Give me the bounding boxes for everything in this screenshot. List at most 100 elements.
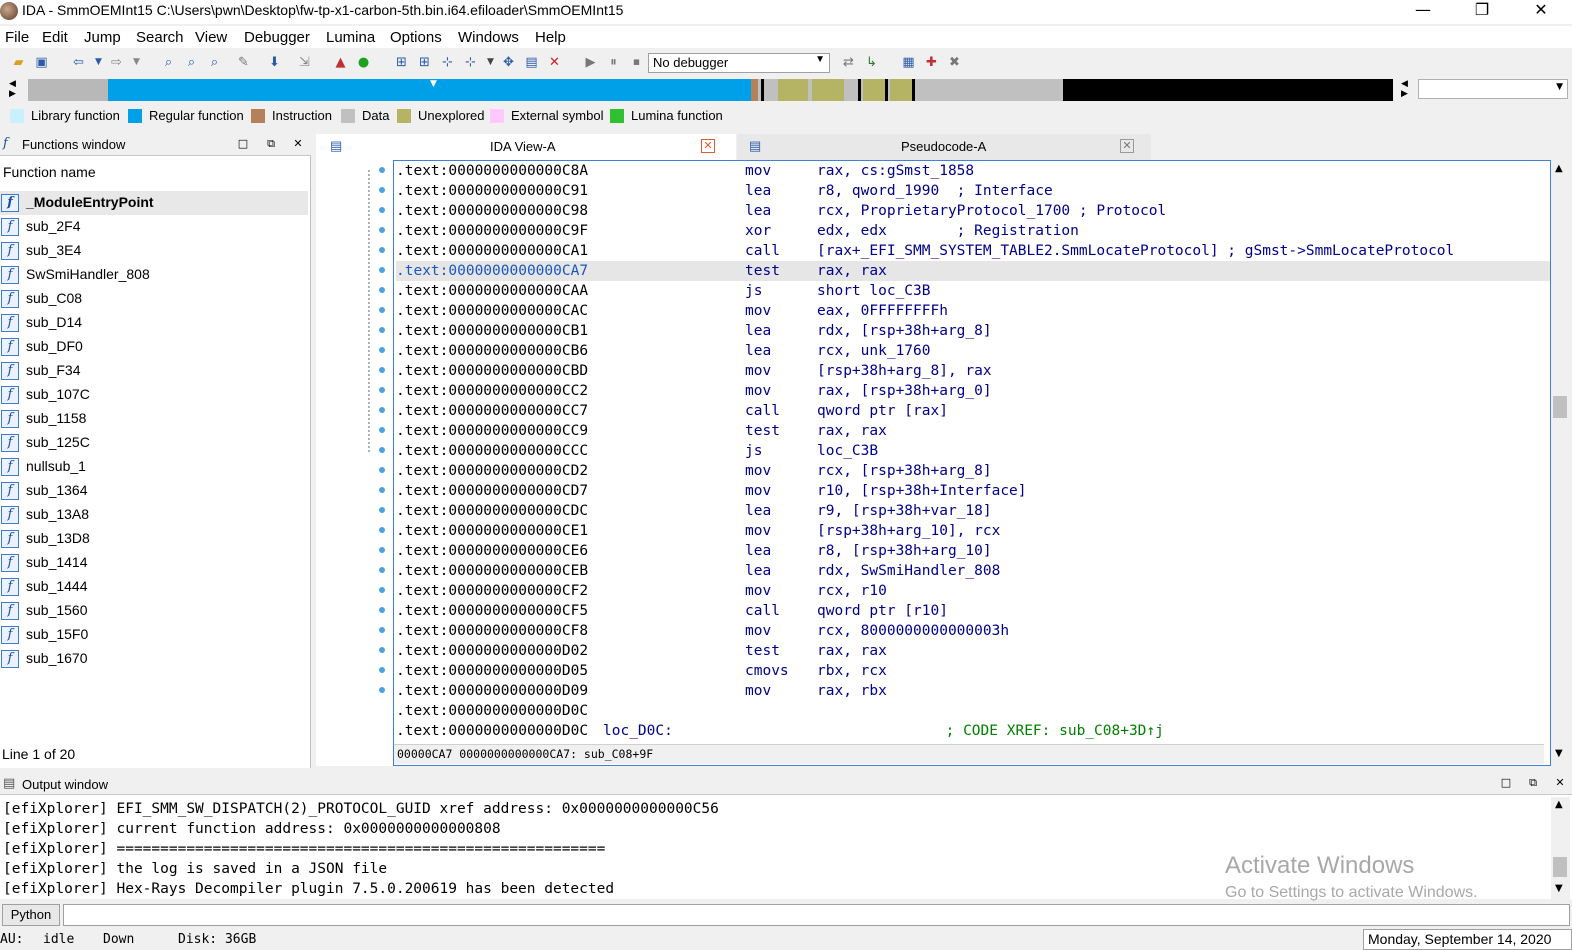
nav-left-icon[interactable]: ◀ [9, 79, 16, 89]
tab-ida-view-a[interactable]: ▤ IDA View-A ✕ [316, 134, 736, 160]
disasm-line[interactable]: .text:0000000000000CF2 mov rcx, r10 [396, 581, 1550, 601]
disasm-line[interactable]: .text:0000000000000CC7 call qword ptr [rax… [396, 401, 1550, 421]
menu-jump[interactable]: Jump [84, 29, 121, 46]
disasm-line[interactable]: .text:0000000000000C91 lea r8, qword_1990 … [396, 181, 1550, 201]
edit-function-icon[interactable]: ⊞ [416, 54, 433, 71]
pane-close-icon[interactable]: ✕ [291, 137, 305, 151]
function-list-item[interactable]: f sub_C08 [0, 287, 308, 311]
pause-icon[interactable]: ⏸ [605, 54, 622, 71]
disasm-line[interactable]: .text:0000000000000C98 lea rcx, Proprietar… [396, 201, 1550, 221]
patch-icon[interactable]: ✎ [235, 54, 252, 71]
close-button[interactable]: ✕ [1518, 0, 1564, 22]
function-list-item[interactable]: f sub_D14 [0, 311, 308, 335]
pane-close-icon[interactable]: ✕ [1553, 776, 1567, 790]
jump-down-icon[interactable]: ⬇ [266, 54, 283, 71]
forward-icon[interactable]: ⇨ [108, 54, 125, 71]
tab-pseudocode-a[interactable]: ▤ Pseudocode-A ✕ [737, 134, 1151, 160]
warning-icon[interactable]: ▲ [332, 54, 349, 71]
function-list-item[interactable]: f sub_1414 [0, 551, 308, 575]
menu-file[interactable]: File [5, 29, 29, 46]
scroll-up-icon[interactable]: ▲ [1555, 163, 1563, 174]
back-icon[interactable]: ⇦ [70, 54, 87, 71]
disasm-line[interactable]: .text:0000000000000D02 test rax, rax [396, 641, 1550, 661]
navigation-strip[interactable]: ▼ [28, 79, 1393, 101]
nav-right-icon[interactable]: ▶ [9, 89, 16, 99]
function-list-item[interactable]: f SwSmiHandler_808 [0, 263, 308, 287]
pane-float-icon[interactable]: ⧉ [1526, 776, 1540, 790]
function-list-item[interactable]: f sub_1364 [0, 479, 308, 503]
tab-close-icon[interactable]: ✕ [701, 139, 715, 153]
function-list-item[interactable]: f sub_2F4 [0, 215, 308, 239]
scroll-thumb[interactable] [1553, 857, 1567, 877]
function-list-item[interactable]: f sub_125C [0, 431, 308, 455]
function-list-item[interactable]: f sub_F34 [0, 359, 308, 383]
debugger-select[interactable]: No debugger ▼ [648, 53, 830, 73]
output-vscrollbar[interactable]: ▲ ▼ [1551, 797, 1570, 899]
disasm-line[interactable]: .text:0000000000000CAC mov eax, 0FFFFFFFFh [396, 301, 1550, 321]
tools-icon[interactable]: ✖ [946, 54, 963, 71]
xref-icon[interactable]: ⇲ [296, 54, 313, 71]
nav-combo[interactable]: ▼ [1418, 79, 1568, 99]
trace-icon[interactable]: ✚ [923, 54, 940, 71]
enum-dropdown-icon[interactable]: ▼ [482, 54, 499, 71]
function-list-item[interactable]: f sub_15F0 [0, 623, 308, 647]
search-text-icon[interactable]: ⌕ [160, 54, 177, 71]
save-icon[interactable]: ▣ [33, 54, 50, 71]
nav-scroll-left-icon[interactable]: ◀ [1401, 79, 1408, 89]
pane-maximize-icon[interactable]: □ [236, 137, 250, 151]
function-list-item[interactable]: f sub_1158 [0, 407, 308, 431]
maximize-button[interactable]: ❐ [1459, 0, 1505, 22]
menu-search[interactable]: Search [136, 29, 184, 46]
disasm-line[interactable]: .text:0000000000000CE6 lea r8, [rsp+38h+ar… [396, 541, 1550, 561]
disasm-line[interactable]: .text:0000000000000D05 cmovs rbx, rcx [396, 661, 1550, 681]
disasm-line[interactable]: .text:0000000000000CC9 test rax, rax [396, 421, 1550, 441]
delete-icon[interactable]: ✕ [546, 54, 563, 71]
disasm-line[interactable]: .text:0000000000000CF8 mov rcx, 8000000000… [396, 621, 1550, 641]
ida-view-disassembly[interactable]: .text:0000000000000C8A mov rax, cs:gSmst_1… [393, 160, 1551, 766]
add-enum-icon[interactable]: ⊹ [462, 54, 479, 71]
disasm-line[interactable]: .text:0000000000000C8A mov rax, cs:gSmst_1… [396, 161, 1550, 181]
disasm-line[interactable]: .text:0000000000000CCC js loc_C3B [396, 441, 1550, 461]
pane-float-icon[interactable]: ⧉ [264, 137, 278, 151]
function-list-item[interactable]: f sub_13A8 [0, 503, 308, 527]
scroll-down-icon[interactable]: ▼ [1555, 883, 1563, 894]
disasm-line[interactable]: .text:0000000000000CDC lea r9, [rsp+38h+va… [396, 501, 1550, 521]
function-list-item[interactable]: f nullsub_1 [0, 455, 308, 479]
open-icon[interactable]: ▰ [10, 54, 27, 71]
disasm-line[interactable]: .text:0000000000000D09 mov rax, rbx [396, 681, 1550, 701]
disasm-line[interactable]: .text:0000000000000D0C [396, 701, 1550, 721]
menu-view[interactable]: View [195, 29, 227, 46]
disasm-line[interactable]: .text:0000000000000CF5 call qword ptr [r10… [396, 601, 1550, 621]
function-name-column[interactable]: Function name [0, 164, 96, 180]
run-icon[interactable]: ▶ [582, 54, 599, 71]
disasm-line[interactable]: .text:0000000000000CD2 mov rcx, [rsp+38h+a… [396, 461, 1550, 481]
breakpoints-icon[interactable]: ▦ [900, 54, 917, 71]
forward-dropdown-icon[interactable]: ▼ [128, 54, 145, 71]
menu-windows[interactable]: Windows [458, 29, 519, 46]
disasm-line[interactable]: .text:0000000000000CC2 mov rax, [rsp+38h+a… [396, 381, 1550, 401]
disasm-line[interactable]: .text:0000000000000CBD mov [rsp+38h+arg_8]… [396, 361, 1550, 381]
python-button[interactable]: Python [2, 904, 60, 926]
lumina-icon[interactable]: ● [355, 54, 372, 71]
function-list-item[interactable]: f sub_1444 [0, 575, 308, 599]
function-list-item[interactable]: f sub_3E4 [0, 239, 308, 263]
step-icon[interactable]: ↳ [863, 54, 880, 71]
menu-options[interactable]: Options [390, 29, 442, 46]
chart-icon[interactable]: ▤ [523, 54, 540, 71]
function-list-item[interactable]: f sub_1670 [0, 647, 308, 671]
disasm-line[interactable]: .text:0000000000000C9F xor edx, edx ; Regi… [396, 221, 1550, 241]
disasm-line[interactable]: .text:0000000000000CD7 mov r10, [rsp+38h+I… [396, 481, 1550, 501]
search-binary-icon[interactable]: ⌕ [183, 54, 200, 71]
minimize-button[interactable]: — [1400, 0, 1446, 22]
python-input[interactable] [63, 904, 1570, 926]
add-struct-icon[interactable]: ⊹ [439, 54, 456, 71]
back-dropdown-icon[interactable]: ▼ [90, 54, 107, 71]
scroll-down-icon[interactable]: ▼ [1555, 748, 1563, 759]
function-list-item[interactable]: f sub_107C [0, 383, 308, 407]
function-list-item[interactable]: f sub_1560 [0, 599, 308, 623]
scroll-up-icon[interactable]: ▲ [1555, 799, 1563, 810]
attach-icon[interactable]: ⇄ [840, 54, 857, 71]
disasm-line[interactable]: .text:0000000000000D0C loc_D0C: ; CODE XR… [396, 721, 1550, 741]
menu-help[interactable]: Help [535, 29, 566, 46]
disasm-line[interactable]: .text:0000000000000CEB lea rdx, SwSmiHandl… [396, 561, 1550, 581]
